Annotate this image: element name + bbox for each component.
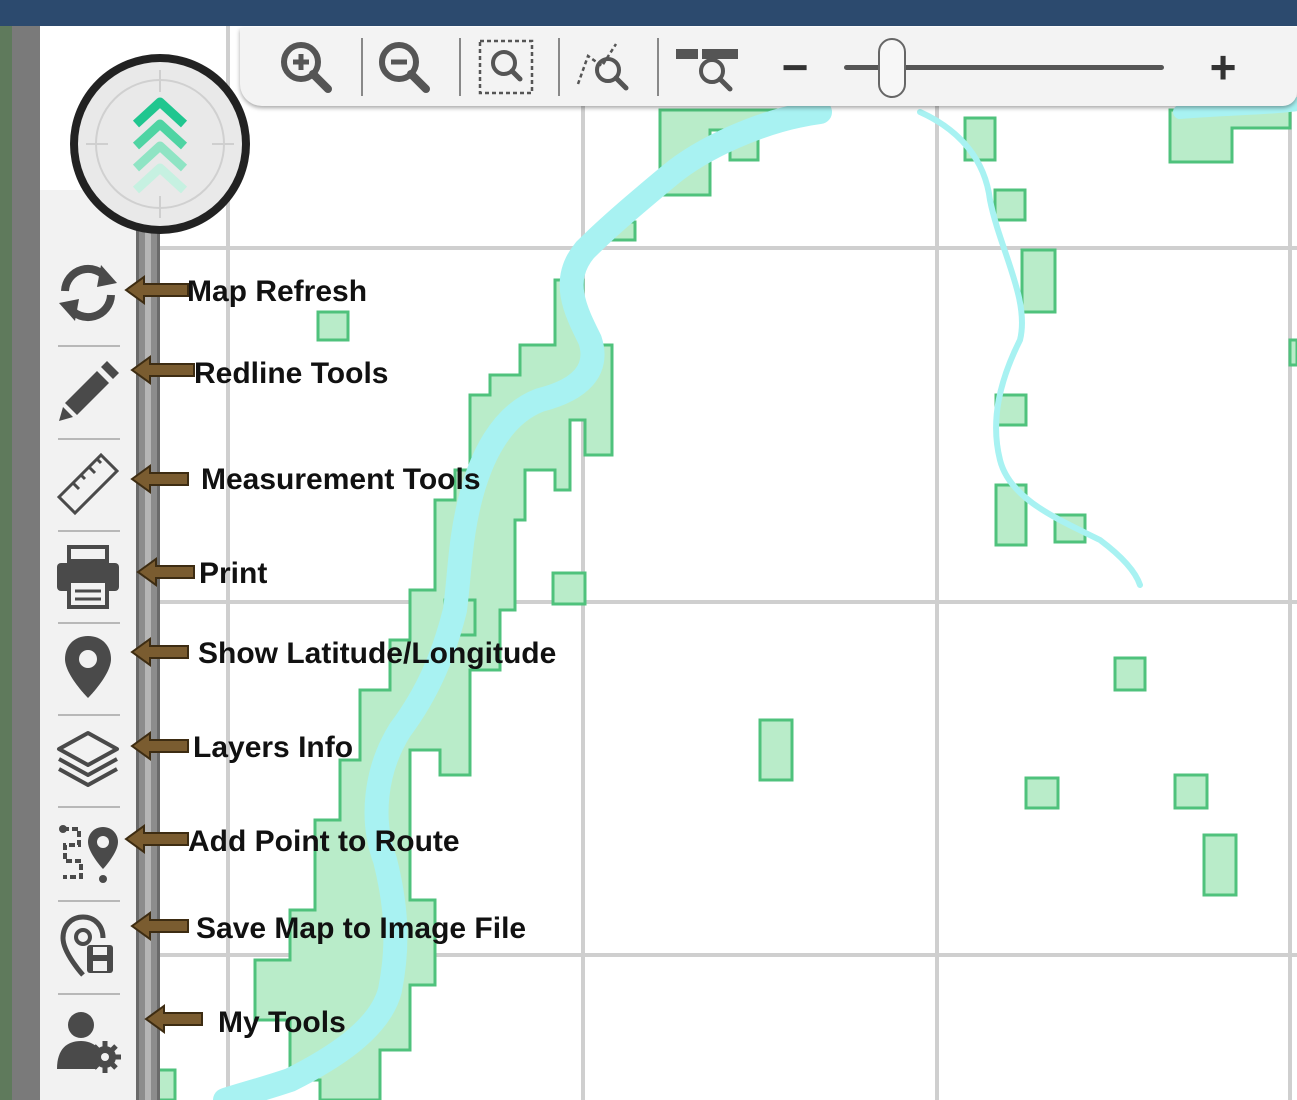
- tool-divider: [58, 806, 120, 808]
- add-point-to-route-button[interactable]: [48, 812, 128, 892]
- label-save-map-image: Save Map to Image File: [196, 912, 527, 945]
- layers-icon: [57, 731, 119, 787]
- zoom-out-button[interactable]: [374, 34, 434, 100]
- label-layers-info: Layers Info: [193, 731, 354, 764]
- toolbar-divider: [558, 38, 560, 96]
- label-my-tools: My Tools: [218, 1006, 346, 1039]
- ruler-icon: [56, 452, 120, 516]
- zoom-slider-thumb[interactable]: [878, 38, 906, 98]
- window-border: [0, 26, 12, 1100]
- zoom-extent-icon: [676, 49, 738, 92]
- zoom-toolbar: − +: [240, 28, 1297, 106]
- tool-divider: [58, 993, 120, 995]
- user-gear-icon: [57, 1012, 121, 1073]
- callout-arrow: [130, 464, 189, 494]
- left-gutter: [12, 26, 40, 1100]
- pencil-icon: [59, 361, 119, 421]
- zoom-in-icon: [281, 42, 332, 93]
- label-map-refresh: Map Refresh: [187, 275, 368, 308]
- callout-arrow: [130, 911, 189, 941]
- zoom-in-button[interactable]: [276, 34, 336, 100]
- tool-divider: [58, 622, 120, 624]
- redline-tools-button[interactable]: [48, 350, 128, 430]
- map-pin-icon: [65, 636, 111, 698]
- label-measurement-tools: Measurement Tools: [201, 463, 481, 496]
- print-button[interactable]: [48, 536, 128, 616]
- label-add-point-to-route: Add Point to Route: [188, 825, 460, 858]
- show-latitude-longitude-button[interactable]: [48, 627, 128, 707]
- layers-info-button[interactable]: [48, 720, 128, 800]
- tool-divider: [58, 530, 120, 532]
- compass-button[interactable]: [70, 54, 250, 234]
- save-map-icon: [60, 914, 113, 977]
- label-print: Print: [199, 557, 268, 590]
- save-map-image-button[interactable]: [48, 906, 128, 986]
- toolbar-divider: [361, 38, 363, 96]
- map-refresh-button[interactable]: [48, 252, 128, 332]
- parcel-layer: [156, 108, 1297, 1100]
- refresh-icon: [59, 264, 117, 322]
- toolbar-divider: [657, 38, 659, 96]
- map-viewer: − + Map Refresh Redline Tools Measuremen…: [0, 0, 1297, 1100]
- callout-arrow: [130, 355, 195, 385]
- callout-arrow: [124, 824, 189, 854]
- my-tools-button[interactable]: [48, 1000, 128, 1080]
- callout-arrow: [136, 557, 195, 587]
- measurement-tools-button[interactable]: [48, 444, 128, 524]
- zoom-slider-plus[interactable]: +: [1198, 34, 1248, 100]
- label-show-latitude-longitude: Show Latitude/Longitude: [198, 637, 557, 670]
- tool-divider: [58, 714, 120, 716]
- zoom-extent-button[interactable]: [672, 34, 742, 100]
- label-redline-tools: Redline Tools: [194, 357, 389, 390]
- tool-divider: [58, 438, 120, 440]
- callout-arrow: [130, 731, 189, 761]
- zoom-slider-minus[interactable]: −: [770, 34, 820, 100]
- tool-divider: [58, 345, 120, 347]
- route-pin-icon: [59, 825, 118, 883]
- title-bar: [0, 0, 1297, 26]
- zoom-selection-button[interactable]: [572, 34, 634, 100]
- north-arrow-icon: [86, 70, 234, 218]
- compass-face: [78, 62, 242, 226]
- zoom-box-icon: [478, 39, 534, 95]
- toolbar-divider: [459, 38, 461, 96]
- zoom-out-icon: [379, 42, 430, 93]
- callout-arrow: [130, 637, 189, 667]
- zoom-box-button[interactable]: [474, 34, 538, 100]
- zoom-selection-icon: [576, 43, 629, 91]
- callout-arrow: [144, 1004, 203, 1034]
- callout-arrow: [124, 275, 189, 305]
- printer-icon: [57, 545, 119, 609]
- tool-divider: [58, 900, 120, 902]
